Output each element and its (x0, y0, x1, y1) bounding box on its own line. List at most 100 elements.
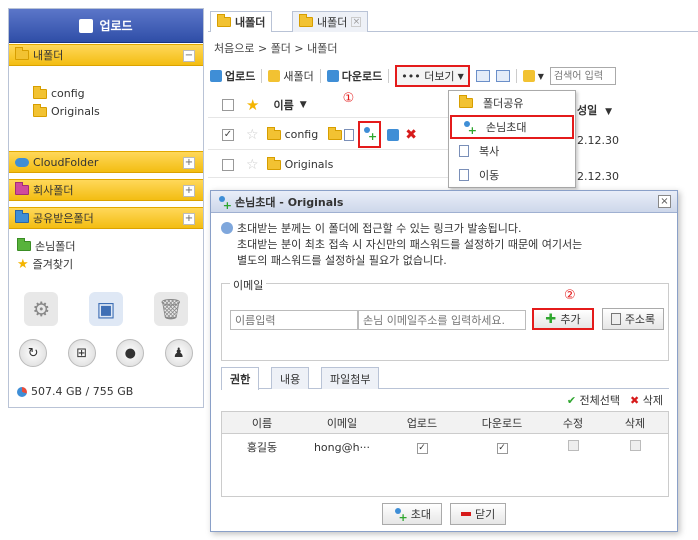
trash-icon[interactable]: 🗑 (153, 292, 188, 326)
add-user-icon (362, 126, 377, 143)
search-input[interactable] (549, 67, 616, 85)
folder-icon (266, 126, 281, 140)
guest-grid: 이름 이메일 업로드 다운로드 수정 삭제 홍길동 hong@h··· ✓ ✓ (221, 411, 669, 497)
close-button[interactable]: 닫기 (450, 503, 507, 525)
folder-icon (522, 70, 535, 82)
collapse-icon[interactable]: − (183, 50, 195, 62)
list-view-icon[interactable] (495, 70, 510, 82)
my-folder-label: 내폴더 (33, 49, 64, 62)
grid-header: 이름 이메일 업로드 다운로드 수정 삭제 (222, 412, 668, 434)
email-fieldset: 이메일 ② ✚ 추가 주소록 (221, 277, 669, 361)
tree-item-config[interactable]: config (33, 85, 85, 100)
sidebar-item-company-folder[interactable]: 회사폴더 + (9, 179, 203, 201)
row-date: 2.12.30 (577, 170, 619, 183)
close-icon[interactable]: × (658, 195, 671, 208)
expand-icon[interactable]: + (183, 157, 195, 169)
dialog-info: 초대받는 분께는 이 폴더에 접근할 수 있는 링크가 발송됩니다. 초대받는 … (221, 221, 671, 269)
tab-label: 내폴더 (317, 16, 348, 29)
delete-permission-checkbox[interactable] (629, 440, 641, 451)
add-button[interactable]: ✚ 추가 (532, 308, 594, 330)
tab-my-folder-active[interactable]: 내폴더 (210, 11, 273, 32)
chevron-down-icon: ▼ (537, 71, 544, 81)
sidebar-item-guest-folder[interactable]: 손님폴더 (17, 238, 75, 254)
android-icon[interactable]: ♟ (164, 339, 193, 367)
guest-folder-label: 손님폴더 (35, 240, 76, 253)
file-name[interactable]: Originals (285, 158, 334, 171)
download-permission-checkbox[interactable]: ✓ (496, 443, 508, 454)
sidebar-item-favorites[interactable]: ★ 즐겨찾기 (17, 256, 73, 272)
row-checkbox[interactable]: ✓ (222, 128, 234, 141)
download-button[interactable]: 다운로드 (326, 68, 382, 84)
separator (261, 69, 263, 83)
delete-icon[interactable]: ✖ (405, 127, 417, 143)
delete-button[interactable]: ✖ 삭제 (630, 392, 663, 408)
plus-icon: ✚ (545, 311, 557, 327)
upload-toolbar-button[interactable]: 업로드 (210, 68, 255, 84)
file-name[interactable]: config (285, 128, 319, 141)
menu-item-copy[interactable]: 복사 (449, 139, 575, 163)
sort-down-icon: ▼ (605, 107, 613, 117)
dialog-title-bar[interactable]: 손님초대 - Originals (211, 191, 677, 213)
tab-permissions[interactable]: 권한 (221, 367, 260, 390)
storage-usage: 507.4 GB / 755 GB (17, 385, 133, 398)
new-folder-icon (268, 70, 281, 82)
select-all-button[interactable]: ✔ 전체선택 (567, 392, 620, 408)
copy-icon (459, 145, 469, 157)
expand-icon[interactable]: + (183, 213, 195, 225)
document-icon[interactable] (344, 128, 355, 141)
breadcrumb[interactable]: 처음으로 > 폴더 > 내폴더 (214, 40, 338, 56)
tab-close-icon[interactable]: × (351, 17, 362, 27)
favorite-star-icon[interactable]: ★ (246, 96, 259, 114)
os-icons: ↻ ⊞ ● ♟ (9, 339, 203, 367)
address-book-button[interactable]: 주소록 (602, 308, 664, 330)
table-row[interactable]: ☆ Originals (208, 152, 453, 178)
column-date-header[interactable]: 성일 ▼ (577, 102, 612, 118)
star-outline-icon[interactable]: ☆ (246, 127, 259, 143)
settings-gear-icon[interactable]: ⚙ (24, 292, 59, 326)
tab-content[interactable]: 내용 (271, 367, 310, 389)
new-folder-button[interactable]: 새폴더 (268, 68, 314, 84)
name-input[interactable] (230, 310, 358, 330)
menu-item-move[interactable]: 이동 (449, 163, 575, 187)
folder-icon (266, 156, 281, 170)
folder-menu-button[interactable]: ▼ (522, 70, 544, 82)
tree-item-originals[interactable]: Originals (33, 103, 100, 118)
star-outline-icon[interactable]: ☆ (246, 157, 259, 173)
upload-permission-checkbox[interactable]: ✓ (416, 443, 428, 454)
date-header-label: 성일 (577, 104, 598, 117)
menu-item-folder-share[interactable]: 폴더공유 (449, 91, 575, 115)
address-book-icon (610, 313, 621, 325)
share-folder-icon[interactable] (328, 126, 343, 140)
email-input[interactable] (358, 310, 526, 330)
sort-down-icon[interactable]: ▼ (300, 100, 307, 110)
reload-icon[interactable]: ↻ (19, 339, 48, 367)
invite-button[interactable]: 초대 (381, 503, 442, 525)
more-button[interactable]: ••• 더보기 ▼ (395, 65, 470, 87)
folder-icon (33, 103, 47, 117)
windows-icon[interactable]: ⊞ (67, 339, 96, 367)
separator (515, 69, 517, 83)
row-checkbox[interactable] (222, 158, 234, 171)
sidebar-item-cloud-folder[interactable]: CloudFolder + (9, 151, 203, 173)
invite-guest-highlight[interactable] (358, 121, 382, 148)
menu-item-invite-guest[interactable]: 손님초대 (450, 115, 574, 139)
sidebar: 업로드 내폴더 − config Originals CloudFolder +… (8, 8, 204, 408)
download-icon[interactable] (387, 128, 400, 141)
toolbar: 업로드 새폴더 다운로드 ••• 더보기 ▼ ▼ (208, 64, 698, 88)
guest-email: hong@h··· (313, 440, 371, 454)
expand-icon[interactable]: + (183, 185, 195, 197)
table-row[interactable]: ✓ ☆ config ✖ (208, 120, 453, 150)
table-row[interactable]: 홍길동 hong@h··· ✓ ✓ (222, 436, 668, 458)
select-all-checkbox[interactable] (222, 98, 234, 111)
sidebar-item-shared-folder[interactable]: 공유받은폴더 + (9, 207, 203, 229)
modify-permission-checkbox[interactable] (567, 440, 579, 451)
upload-button[interactable]: 업로드 (9, 9, 203, 43)
tab-my-folder-2[interactable]: 내폴더 × (292, 11, 369, 32)
apple-icon[interactable]: ● (116, 339, 145, 367)
thumbnail-view-icon[interactable] (475, 70, 490, 82)
window-search-icon[interactable]: ▣ (88, 292, 123, 326)
column-name-header[interactable]: 이름 (273, 97, 293, 113)
folder-icon (15, 210, 29, 223)
sidebar-item-my-folder[interactable]: 내폴더 − (9, 44, 203, 66)
tab-attachment[interactable]: 파일첨부 (321, 367, 380, 389)
